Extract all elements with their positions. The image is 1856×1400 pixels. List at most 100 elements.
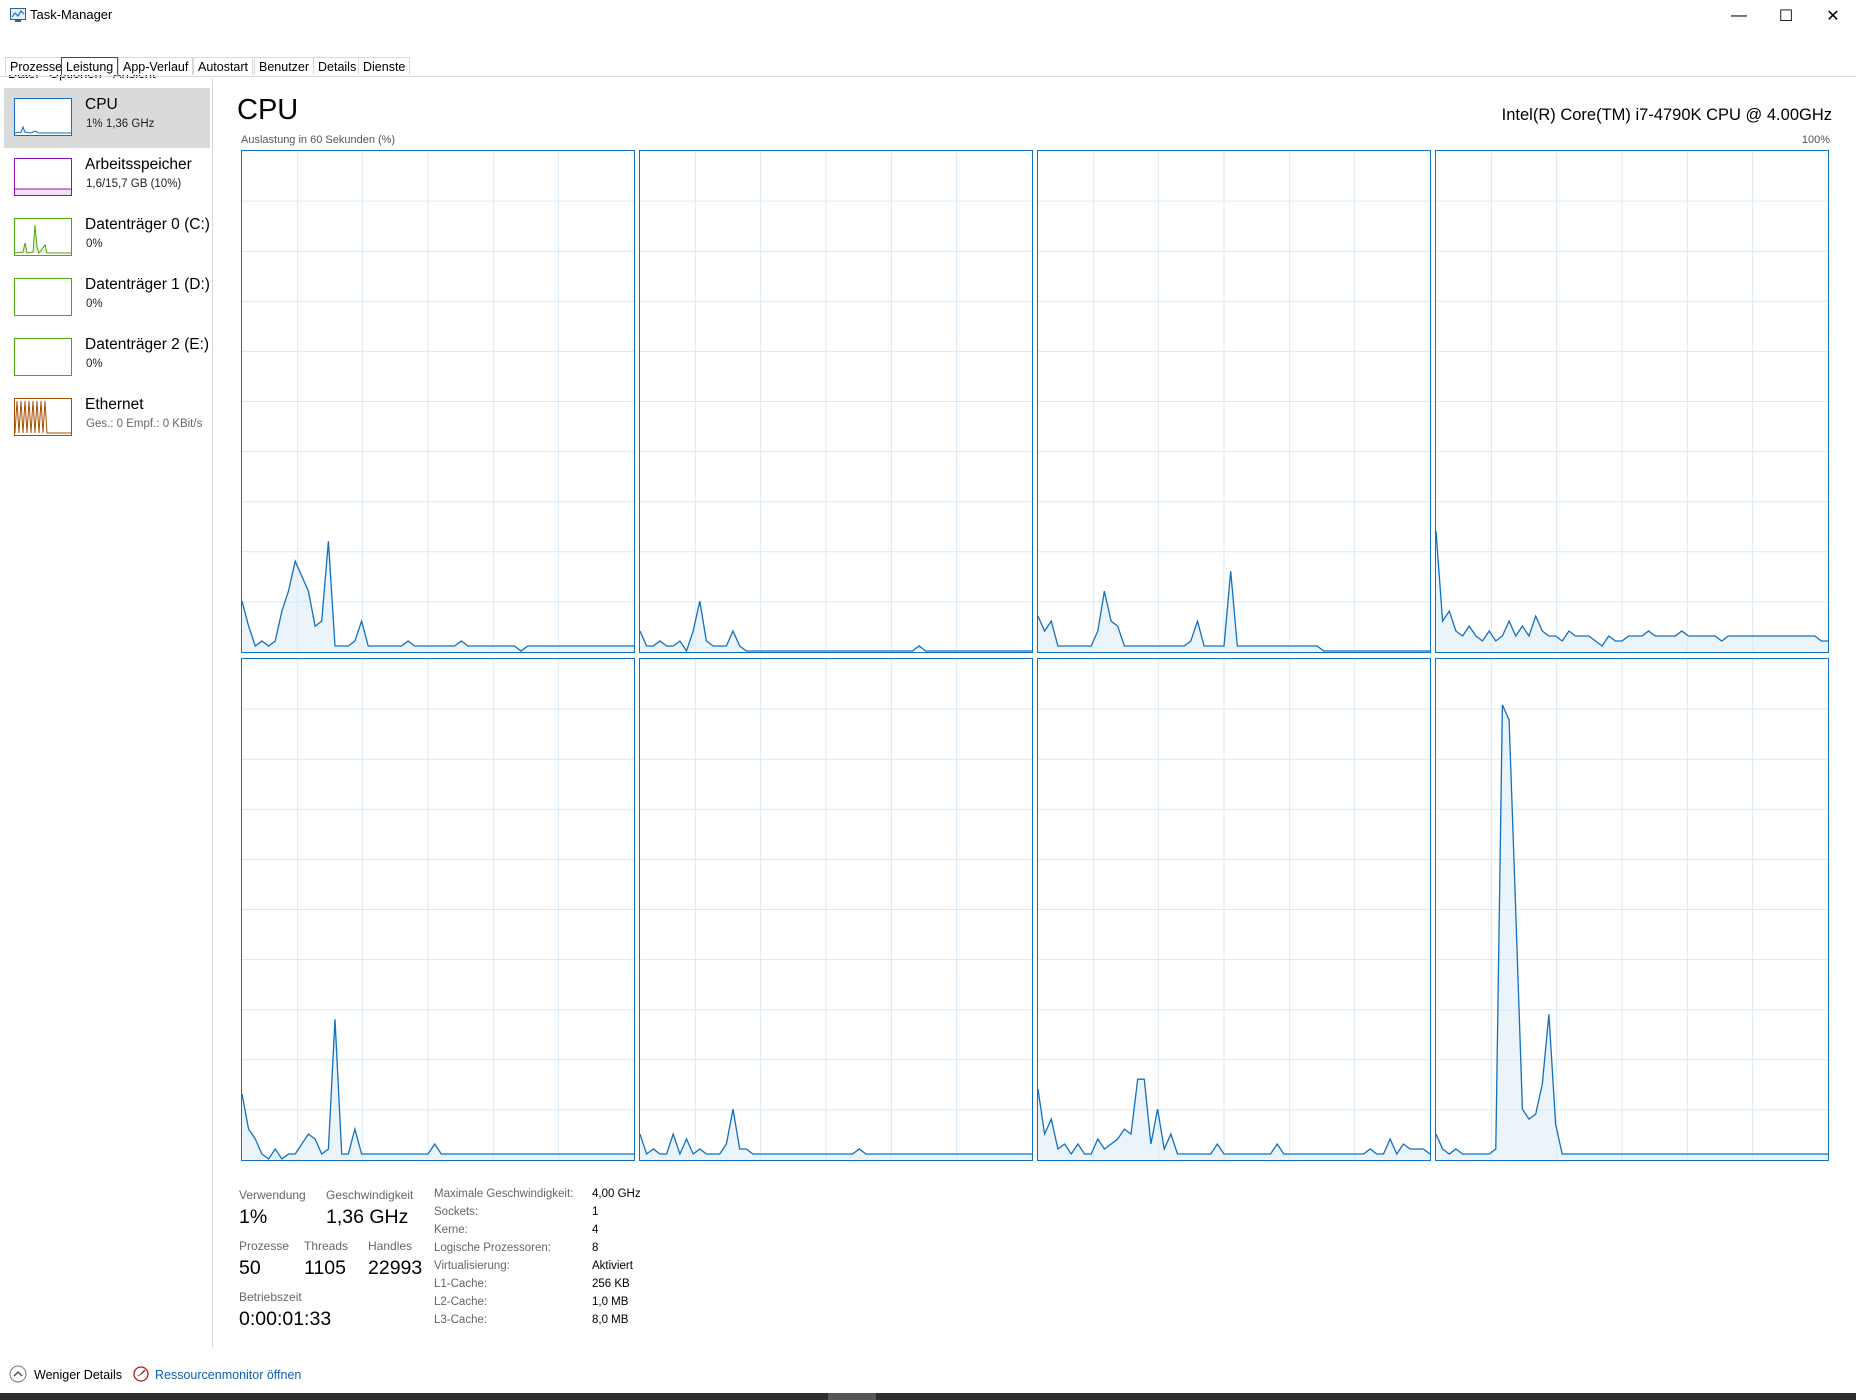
processes-label: Prozesse [239, 1239, 290, 1253]
cpu-graph-core-0 [241, 150, 635, 653]
tab-dienste[interactable]: Dienste [358, 57, 411, 75]
cpu-usage-line [1436, 531, 1828, 647]
minimize-button[interactable]: — [1716, 0, 1762, 32]
cpu-usage-area [242, 541, 634, 652]
cpu-model-name: Intel(R) Core(TM) i7-4790K CPU @ 4.00GHz [1501, 106, 1832, 124]
cpu-graph-svg [1436, 151, 1828, 652]
spec-virtualization-value: Aktiviert [592, 1260, 633, 1272]
cpu-usage-line [1436, 704, 1828, 1155]
cpu-graph-svg [1038, 151, 1430, 652]
sidebar-item-cpu[interactable]: CPU 1% 1,36 GHz [4, 88, 210, 148]
sidebar-item-label: Datenträger 2 (E:) [85, 336, 210, 353]
threads-value: 1105 [304, 1257, 346, 1279]
sidebar-item-disk-0[interactable]: Datenträger 0 (C:) 0% [4, 208, 210, 268]
cpu-usage-line [640, 1108, 1032, 1156]
tab-prozesse[interactable]: Prozesse [5, 57, 68, 75]
sidebar-item-value: 0% [86, 298, 103, 310]
cpu-usage-area [1436, 531, 1828, 652]
spec-max-speed-label: Maximale Geschwindigkeit: [434, 1188, 574, 1200]
sidebar-item-label: Datenträger 0 (C:) [85, 216, 210, 233]
spec-l1-cache-label: L1-Cache: [434, 1278, 488, 1290]
sidebar-item-label: Ethernet [85, 396, 144, 413]
less-details-button[interactable]: Weniger Details [34, 1368, 122, 1382]
cpu-graph-svg [242, 151, 634, 652]
cpu-usage-area [640, 1109, 1032, 1160]
tab-autostart[interactable]: Autostart [193, 57, 254, 75]
spec-l3-cache-label: L3-Cache: [434, 1314, 488, 1326]
threads-label: Threads [304, 1239, 349, 1253]
sidebar-item-label: Datenträger 1 (D:) [85, 276, 210, 293]
spec-max-speed-value: 4,00 GHz [592, 1188, 641, 1200]
resource-monitor-icon [133, 1366, 149, 1382]
tab-app-verlauf[interactable]: App-Verlauf [118, 57, 194, 75]
spec-l2-cache-label: L2-Cache: [434, 1296, 488, 1308]
sidebar-item-value: Ges.: 0 Empf.: 0 KBit/s [86, 418, 203, 430]
cpu-graph-core-2 [1037, 150, 1431, 653]
sidebar-item-disk-2[interactable]: Datenträger 2 (E:) 0% [4, 328, 210, 388]
cpu-graph-svg [640, 151, 1032, 652]
processes-value: 50 [239, 1257, 261, 1279]
cpu-usage-line [1038, 1078, 1430, 1156]
sidebar-item-value: 0% [86, 238, 103, 250]
close-button[interactable]: ✕ [1810, 0, 1856, 32]
cpu-usage-area [1436, 704, 1828, 1160]
graph-axis-label: Auslastung in 60 Sekunden (%) [241, 134, 396, 146]
usage-value: 1% [239, 1206, 268, 1228]
spec-sockets-value: 1 [592, 1206, 599, 1218]
sidebar-item-value: 0% [86, 358, 103, 370]
spec-logical-processors-value: 8 [592, 1242, 599, 1254]
spec-logical-processors-label: Logische Prozessoren: [434, 1242, 551, 1254]
tab-details[interactable]: Details [313, 57, 362, 75]
sidebar-item-memory[interactable]: Arbeitsspeicher 1,6/15,7 GB (10%) [4, 148, 210, 208]
sidebar-item-value: 1% 1,36 GHz [86, 118, 155, 130]
chevron-up-icon[interactable] [9, 1365, 27, 1383]
sidebar-item-value: 1,6/15,7 GB (10%) [86, 178, 182, 190]
cpu-graph-svg [1038, 659, 1430, 1160]
cpu-usage-area [640, 601, 1032, 652]
uptime-label: Betriebszeit [239, 1290, 302, 1304]
task-manager-icon [10, 8, 26, 22]
spec-virtualization-label: Virtualisierung: [434, 1260, 510, 1272]
handles-label: Handles [368, 1239, 413, 1253]
disk-1-thumbnail-graph [14, 278, 72, 316]
cpu-graph-core-7 [1435, 658, 1829, 1161]
disk-0-thumbnail-graph [14, 218, 72, 256]
ethernet-thumbnail-graph [14, 398, 72, 436]
speed-value: 1,36 GHz [326, 1206, 409, 1228]
tab-benutzer[interactable]: Benutzer [254, 57, 315, 75]
cpu-graph-core-4 [241, 658, 635, 1161]
taskbar-active-segment [828, 1393, 876, 1400]
cpu-graph-core-3 [1435, 150, 1829, 653]
resource-sidebar: CPU 1% 1,36 GHz Arbeitsspeicher 1,6/15,7… [0, 78, 213, 1348]
sidebar-item-label: CPU [85, 96, 118, 113]
open-resource-monitor-link[interactable]: Ressourcenmonitor öffnen [155, 1368, 301, 1382]
spec-cores-label: Kerne: [434, 1224, 468, 1236]
cpu-usage-line [242, 1019, 634, 1160]
spec-cores-value: 4 [592, 1224, 599, 1236]
page-title: CPU [237, 94, 299, 126]
sidebar-item-ethernet[interactable]: Ethernet Ges.: 0 Empf.: 0 KBit/s [4, 388, 210, 448]
title-bar: Task-Manager — ☐ ✕ [0, 0, 1856, 32]
spec-l1-cache-value: 256 KB [592, 1278, 630, 1290]
disk-2-thumbnail-graph [14, 338, 72, 376]
sidebar-item-disk-1[interactable]: Datenträger 1 (D:) 0% [4, 268, 210, 328]
cpu-usage-area [242, 1019, 634, 1160]
uptime-value: 0:00:01:33 [239, 1308, 332, 1330]
cpu-graph-svg [242, 659, 634, 1160]
cpu-thumbnail-graph [14, 98, 72, 136]
sidebar-item-label: Arbeitsspeicher [85, 156, 192, 173]
graph-max-label: 100% [1801, 134, 1830, 146]
cpu-usage-area [1038, 1079, 1430, 1160]
taskbar-edge [0, 1393, 1856, 1400]
maximize-button[interactable]: ☐ [1763, 0, 1809, 32]
usage-label: Verwendung [239, 1188, 306, 1202]
cpu-graph-core-5 [639, 658, 1033, 1161]
window-title: Task-Manager [30, 7, 113, 22]
cpu-graph-core-6 [1037, 658, 1431, 1161]
spec-l3-cache-value: 8,0 MB [592, 1314, 629, 1326]
tab-leistung[interactable]: Leistung [61, 57, 119, 75]
cpu-graph-core-1 [639, 150, 1033, 653]
handles-value: 22993 [368, 1257, 423, 1279]
spec-sockets-label: Sockets: [434, 1206, 479, 1218]
cpu-graph-svg [640, 659, 1032, 1160]
